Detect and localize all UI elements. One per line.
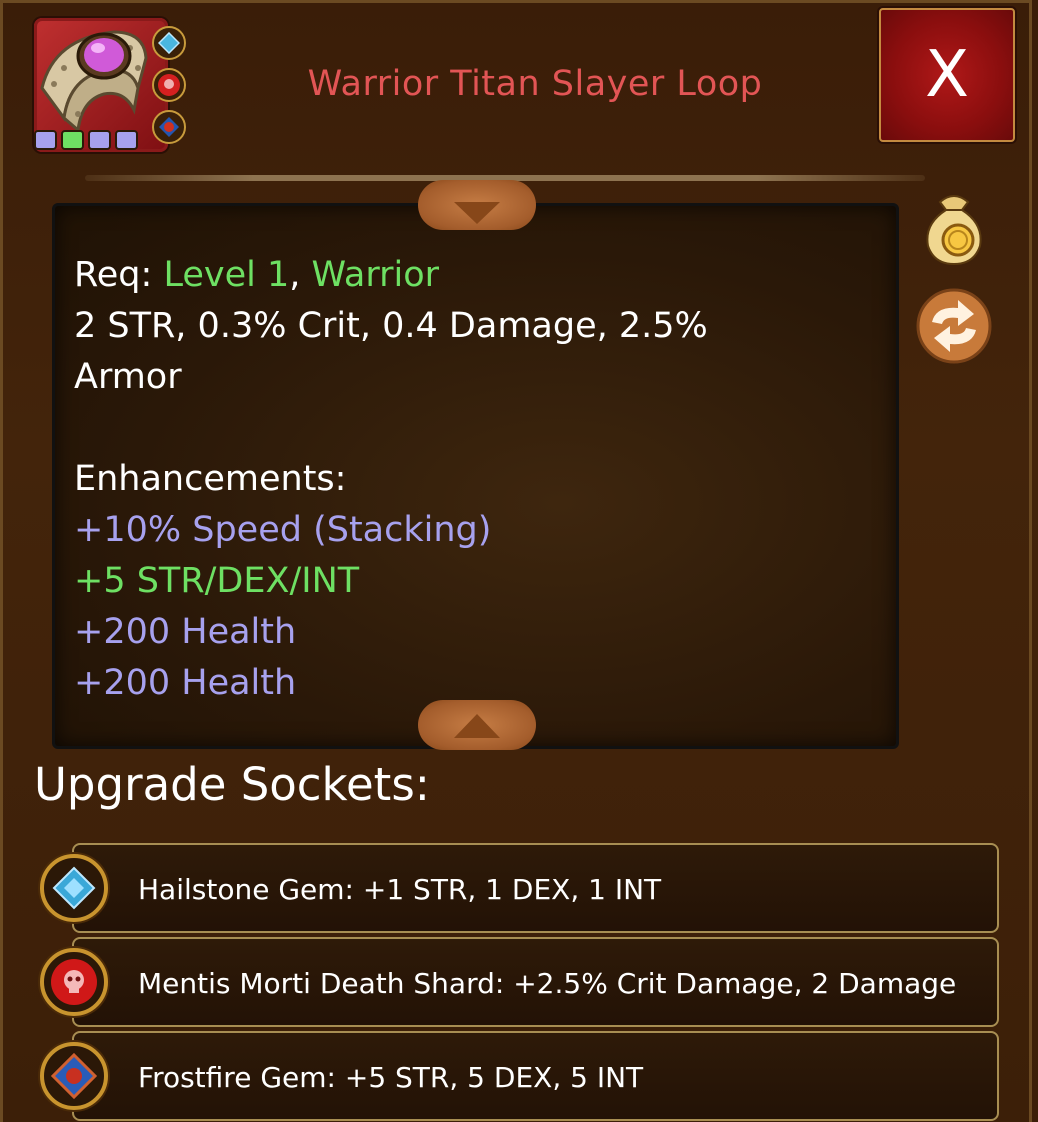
socket-row[interactable]: Frostfire Gem: +5 STR, 5 DEX, 5 INT [72,1031,999,1121]
socket-text: Mentis Morti Death Shard: +2.5% Crit Dam… [138,967,957,1000]
scroll-down-arrow-icon[interactable] [418,180,536,230]
quality-dot [115,130,138,150]
enhancement-line: +200 Health [74,612,297,652]
death-shard-skull-icon [152,68,186,102]
swap-arrows-icon[interactable] [914,288,992,364]
death-shard-skull-icon [40,948,108,1016]
enhancement-line: +200 Health [74,663,297,703]
stats-line: Armor [74,357,182,397]
item-description: Req: Level 1, Warrior 2 STR, 0.3% Crit, … [74,250,874,709]
req-class: Warrior [311,255,440,295]
quality-dot [88,130,111,150]
req-separator: , [289,255,301,295]
item-title: Warrior Titan Slayer Loop [307,64,763,104]
stats-line: 2 STR, 0.3% Crit, 0.4 Damage, 2.5% [74,306,708,346]
quality-dot [34,130,57,150]
socket-text: Hailstone Gem: +1 STR, 1 DEX, 1 INT [138,873,662,906]
socket-text: Frostfire Gem: +5 STR, 5 DEX, 5 INT [138,1061,644,1094]
hailstone-gem-icon [40,854,108,922]
requirements-line: Req: Level 1, Warrior [74,250,874,301]
hailstone-gem-icon [152,26,186,60]
enhancement-line: +5 STR/DEX/INT [74,561,360,601]
enhancements-label: Enhancements: [74,459,347,499]
frostfire-gem-icon [40,1042,108,1110]
req-level: Level 1 [163,255,290,295]
item-quality-dots [34,130,138,150]
quality-dot [61,130,84,150]
upgrade-sockets-title: Upgrade Sockets: [34,758,430,811]
close-button[interactable]: X [879,8,1015,142]
frostfire-gem-icon [152,110,186,144]
enhancement-line: +10% Speed (Stacking) [74,510,492,550]
req-label: Req: [74,255,153,295]
socket-row[interactable]: Hailstone Gem: +1 STR, 1 DEX, 1 INT [72,843,999,933]
socket-row[interactable]: Mentis Morti Death Shard: +2.5% Crit Dam… [72,937,999,1027]
gold-coin-bag-icon[interactable] [918,188,990,266]
